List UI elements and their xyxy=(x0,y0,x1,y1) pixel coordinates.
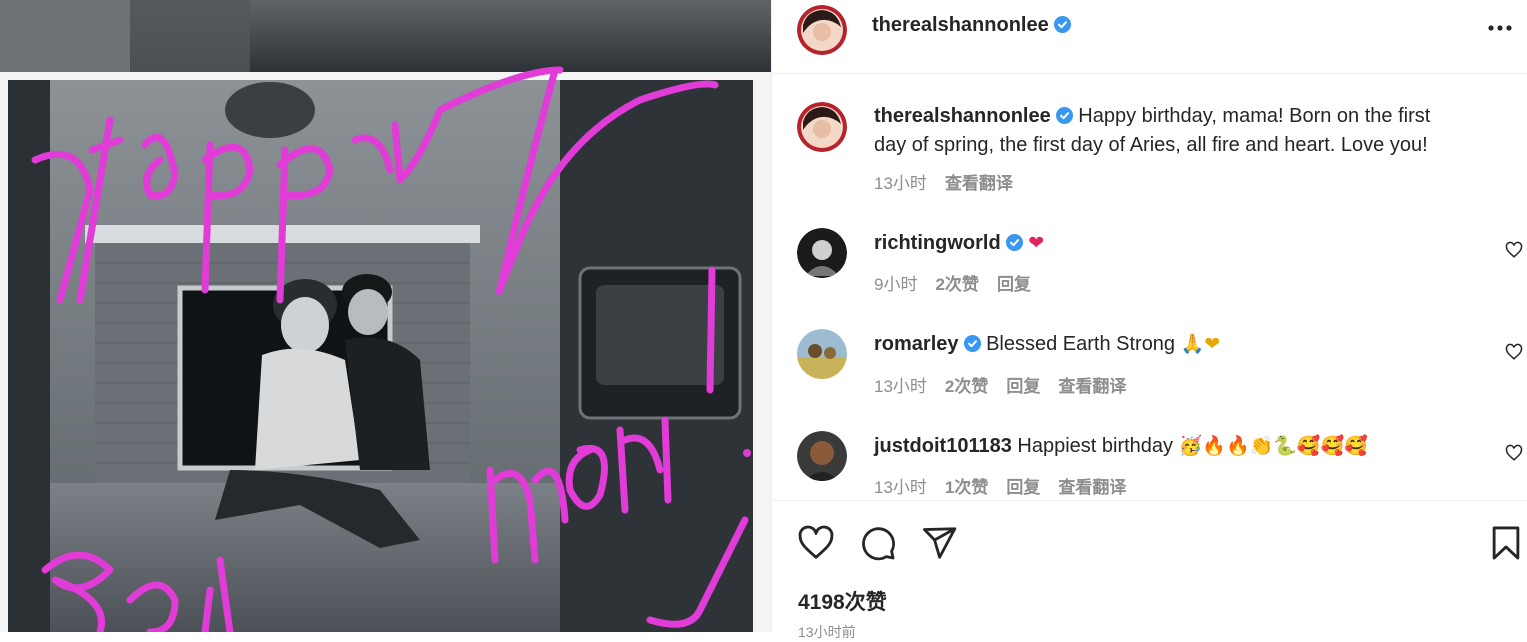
comment-username[interactable]: romarley xyxy=(874,333,959,355)
comment-body: Blessed Earth Strong xyxy=(986,333,1176,355)
comment-meta: 9小时 2次赞 回复 xyxy=(874,270,1049,295)
comment-body: Happiest birthday xyxy=(1017,435,1174,457)
comment-username[interactable]: richtingworld xyxy=(874,232,1001,254)
comment-username[interactable]: justdoit101183 xyxy=(874,435,1012,457)
comment-time: 9小时 xyxy=(874,275,918,294)
comment-time: 13小时 xyxy=(874,478,927,497)
comment-text: richtingworld ❤ xyxy=(874,229,1044,258)
comment-likes[interactable]: 2次赞 xyxy=(945,377,988,396)
comment-heart-icon[interactable] xyxy=(1505,444,1523,462)
likes-count[interactable]: 4198次赞 xyxy=(798,586,887,616)
post-header: therealshannonlee xyxy=(772,0,1527,74)
caption-time: 13小时 xyxy=(874,174,927,193)
bookmark-icon[interactable] xyxy=(1487,524,1525,562)
author-avatar[interactable] xyxy=(797,5,847,55)
heart-icon[interactable] xyxy=(797,524,835,562)
post-time: 13小时前 xyxy=(798,624,856,640)
post-photo[interactable] xyxy=(0,0,771,632)
comment-emoji: 🙏❤ xyxy=(1180,333,1221,355)
header-username-wrap: therealshannonlee xyxy=(872,14,1071,37)
comment-reply-button[interactable]: 回复 xyxy=(1006,377,1040,396)
comment-text: romarley Blessed Earth Strong 🙏❤ xyxy=(874,330,1220,359)
comment-icon[interactable] xyxy=(859,524,897,562)
verified-badge-icon xyxy=(1005,234,1023,251)
comment-likes[interactable]: 1次赞 xyxy=(945,478,988,497)
comment-reply-button[interactable]: 回复 xyxy=(1006,478,1040,497)
comment-avatar[interactable] xyxy=(797,431,847,481)
verified-badge-icon xyxy=(1055,107,1073,124)
send-icon[interactable] xyxy=(920,524,958,562)
comment-translate-link[interactable]: 查看翻译 xyxy=(1058,377,1126,396)
caption-translate-link[interactable]: 查看翻译 xyxy=(945,174,1013,193)
caption-line-2: day of spring, the first day of Aries, a… xyxy=(874,134,1428,156)
caption-line-1: Happy birthday, mama! Born on the first xyxy=(1078,105,1431,127)
verified-badge-icon xyxy=(963,335,981,352)
caption-username[interactable]: therealshannonlee xyxy=(874,105,1051,127)
caption-meta: 13小时 查看翻译 xyxy=(874,169,1031,194)
comment-reply-button[interactable]: 回复 xyxy=(997,275,1031,294)
comment-translate-link[interactable]: 查看翻译 xyxy=(1058,478,1126,497)
verified-badge-icon xyxy=(1053,16,1071,33)
comment-emoji: ❤ xyxy=(1028,232,1045,254)
comment-text: justdoit101183 Happiest birthday 🥳🔥🔥👏🐍🥰🥰… xyxy=(874,432,1368,461)
comment-meta: 13小时 1次赞 回复 查看翻译 xyxy=(874,473,1144,498)
comment-time: 13小时 xyxy=(874,377,927,396)
more-icon[interactable] xyxy=(1486,14,1514,42)
comment-emoji: 🥳🔥🔥👏🐍🥰🥰🥰 xyxy=(1178,435,1368,457)
comment-heart-icon[interactable] xyxy=(1505,241,1523,259)
photo-image xyxy=(0,0,771,632)
caption-avatar[interactable] xyxy=(797,102,847,152)
comment-avatar[interactable] xyxy=(797,329,847,379)
post-side-panel: therealshannonlee therealshannonlee Happ… xyxy=(771,0,1527,640)
comment-meta: 13小时 2次赞 回复 查看翻译 xyxy=(874,372,1144,397)
comment-likes[interactable]: 2次赞 xyxy=(935,275,978,294)
actions-divider xyxy=(772,500,1527,501)
comment-avatar[interactable] xyxy=(797,228,847,278)
header-username[interactable]: therealshannonlee xyxy=(872,14,1049,36)
comment-heart-icon[interactable] xyxy=(1505,343,1523,361)
caption-text: therealshannonlee Happy birthday, mama! … xyxy=(874,102,1514,160)
